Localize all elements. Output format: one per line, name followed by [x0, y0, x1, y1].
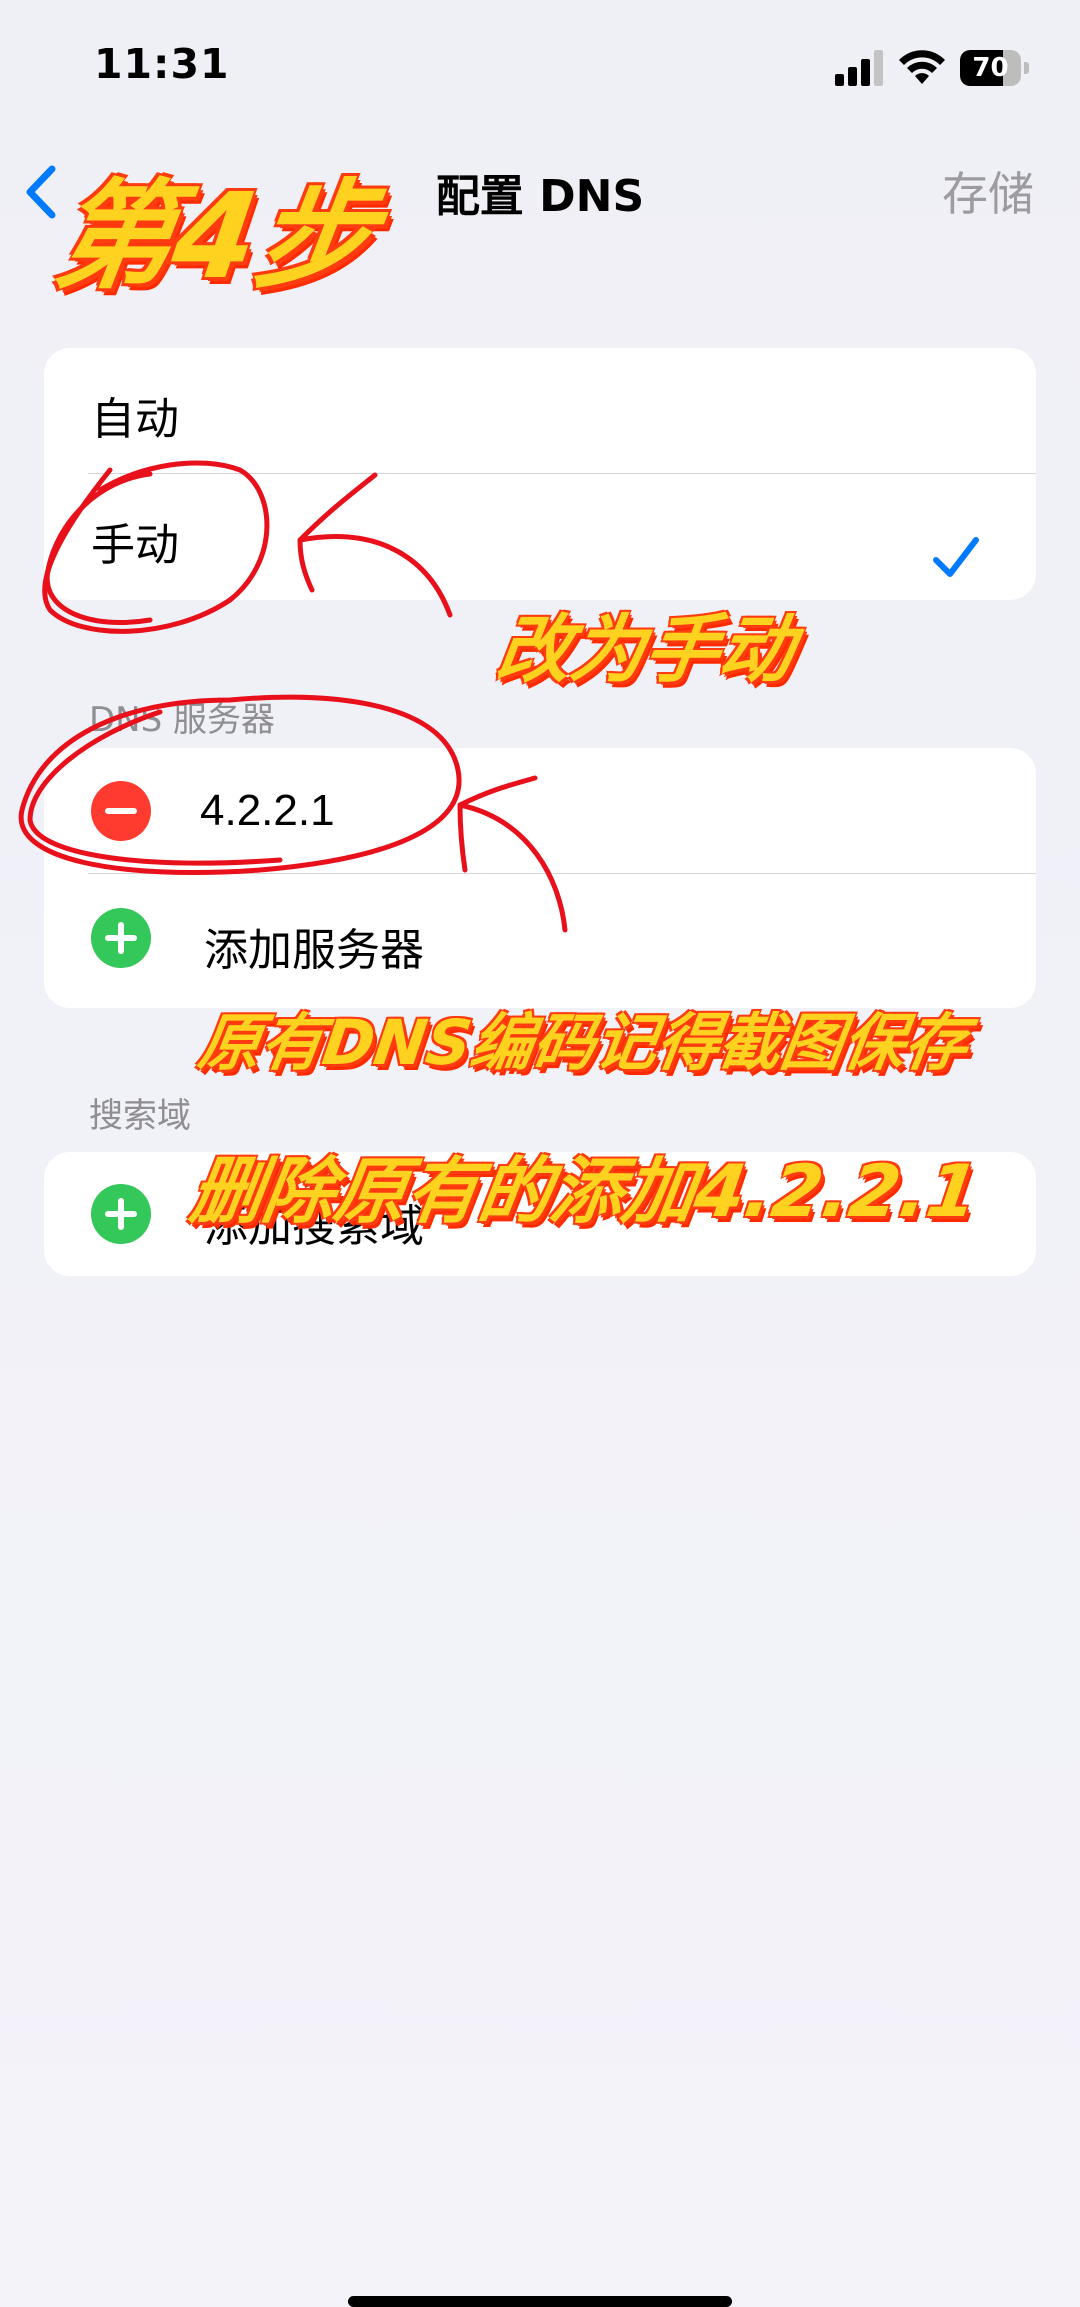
mode-card: 自动 手动 — [44, 348, 1036, 600]
remove-server-icon[interactable] — [91, 781, 151, 841]
battery-icon: 70 — [960, 50, 1030, 86]
annotation-save-dns: 原有DNS编码记得截图保存 — [194, 1006, 973, 1079]
home-indicator[interactable] — [348, 2296, 732, 2307]
dns-section-header: DNS 服务器 — [89, 700, 276, 740]
add-search-domain-icon[interactable] — [91, 1184, 151, 1244]
checkmark-icon — [933, 537, 979, 577]
add-server-label: 添加服务器 — [204, 925, 424, 976]
annotation-manual: 改为手动 — [491, 607, 800, 693]
option-manual-label: 手动 — [91, 520, 179, 571]
dns-server-row: 4.2.2.1 — [44, 748, 1036, 873]
option-automatic-label: 自动 — [91, 394, 179, 445]
status-bar: 11:31 70 — [0, 0, 1080, 135]
option-automatic[interactable]: 自动 — [44, 348, 1036, 473]
cellular-signal-icon — [835, 50, 883, 86]
step-annotation: 第4步 — [46, 167, 385, 305]
save-button[interactable]: 存储 — [942, 158, 1034, 224]
add-server-row[interactable]: 添加服务器 — [44, 874, 1036, 1008]
wifi-icon — [899, 50, 945, 84]
annotation-replace-dns: 删除原有的添加4.2.2.1 — [185, 1149, 984, 1233]
status-time: 11:31 — [94, 40, 230, 88]
battery-level-text: 70 — [972, 53, 1009, 83]
search-section-header: 搜索域 — [89, 1096, 191, 1136]
dns-server-value[interactable]: 4.2.2.1 — [200, 786, 335, 836]
dns-card: 4.2.2.1 添加服务器 — [44, 748, 1036, 1008]
option-manual[interactable]: 手动 — [44, 474, 1036, 600]
add-server-icon[interactable] — [91, 908, 151, 968]
